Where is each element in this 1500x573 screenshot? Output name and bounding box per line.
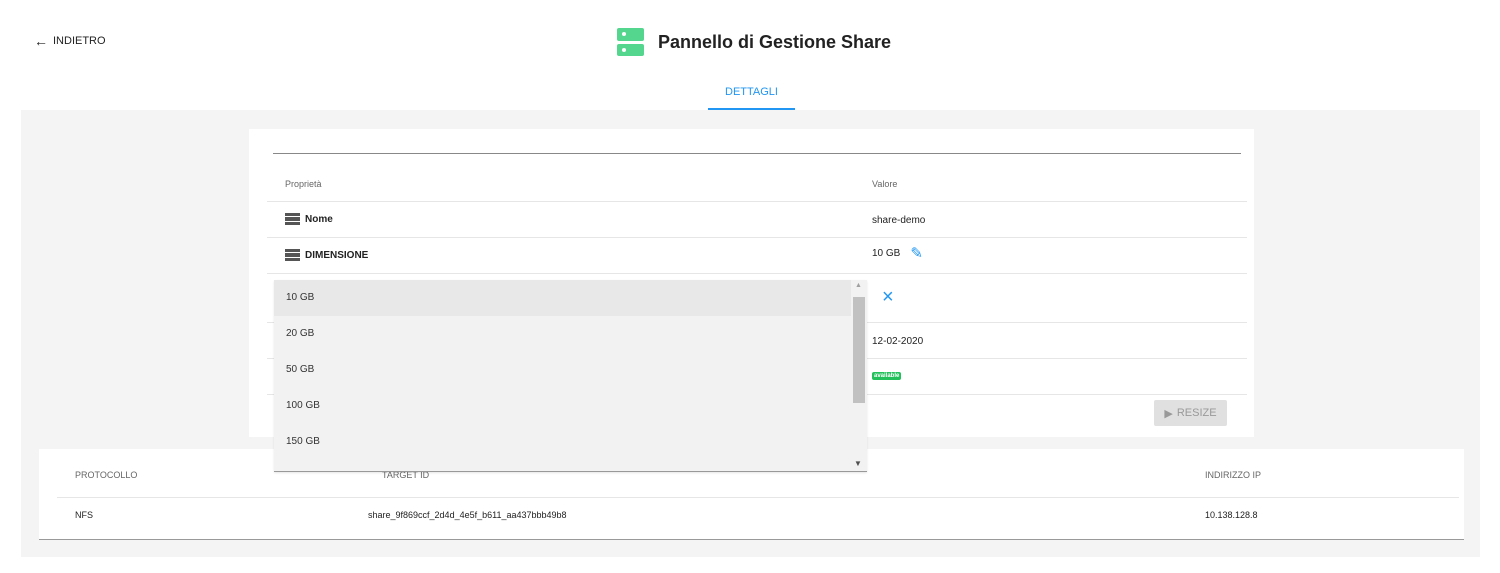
column-header-property: Proprietà (285, 179, 322, 189)
back-button[interactable]: ← INDIETRO (34, 33, 106, 49)
divider (273, 153, 1241, 154)
scroll-down-icon[interactable]: ▼ (854, 459, 862, 468)
top-bar: ← INDIETRO Pannello di Gestione Share DE… (0, 0, 1500, 110)
close-icon[interactable]: × (882, 286, 894, 309)
arrow-left-icon: ← (34, 33, 48, 49)
table-header: Proprietà Valore (267, 166, 1247, 202)
dropdown-option[interactable]: 10 GB (274, 280, 851, 316)
server-icon (617, 28, 644, 56)
play-icon: ▶ (1164, 407, 1173, 420)
target-id-cell: share_9f869ccf_2d4d_4e5f_b611_aa437bbb49… (368, 510, 567, 520)
server-icon (285, 213, 300, 225)
tab-dettagli[interactable]: DETTAGLI (708, 86, 795, 110)
scrollbar-thumb[interactable] (853, 297, 865, 403)
size-dropdown-list[interactable]: 10 GB 20 GB 50 GB 100 GB 150 GB ▲ ▼ (274, 280, 867, 472)
resize-label: RESIZE (1176, 407, 1217, 419)
column-header-protocol: PROTOCOLLO (75, 470, 138, 480)
table-row: NFS share_9f869ccf_2d4d_4e5f_b611_aa437b… (57, 498, 1459, 538)
dropdown-option[interactable]: 100 GB (274, 388, 851, 424)
scroll-up-icon[interactable]: ▲ (855, 282, 862, 289)
status-badge: available (872, 372, 902, 380)
page-title: Pannello di Gestione Share (658, 31, 892, 52)
scrollbar[interactable]: ▲ ▼ (851, 280, 867, 471)
back-label: INDIETRO (53, 35, 106, 47)
dropdown-option[interactable]: 20 GB (274, 316, 851, 352)
date-value: 12-02-2020 (872, 336, 924, 347)
table-row-name: Nome share-demo (267, 202, 1247, 238)
name-value: share-demo (872, 215, 926, 226)
edit-icon[interactable]: ✎ (910, 246, 923, 261)
table-row-size: DIMENSIONE 10 GB ✎ (267, 238, 1247, 274)
column-header-value: Valore (872, 179, 898, 189)
protocol-cell: NFS (75, 510, 93, 520)
dropdown-option[interactable]: 50 GB (274, 352, 851, 388)
column-header-ip: INDIRIZZO IP (1205, 470, 1261, 480)
page-header: Pannello di Gestione Share (617, 28, 891, 56)
dropdown-option[interactable]: 150 GB (274, 424, 851, 460)
ip-cell: 10.138.128.8 (1205, 510, 1258, 520)
resize-button[interactable]: ▶ RESIZE (1154, 400, 1227, 426)
size-label: DIMENSIONE (305, 249, 369, 261)
size-value: 10 GB (872, 248, 901, 259)
server-icon (285, 249, 300, 261)
name-label: Nome (305, 213, 333, 225)
